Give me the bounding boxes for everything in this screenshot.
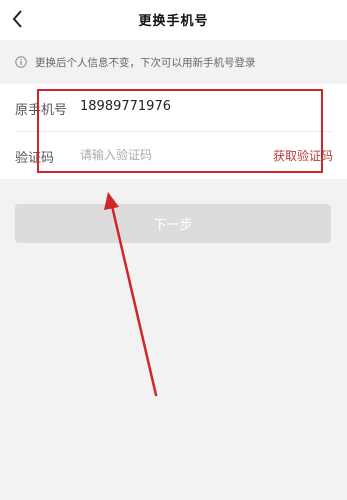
original-phone-value: 18989771976: [80, 99, 171, 114]
navbar: 更换手机号: [0, 0, 347, 40]
notice-bar: 更换后个人信息不变，下次可以用新手机号登录: [0, 40, 347, 84]
phone-form: 原手机号 18989771976 验证码 获取验证码: [0, 84, 347, 179]
next-step-button[interactable]: 下一步: [15, 204, 331, 243]
verification-code-input[interactable]: [78, 144, 252, 166]
original-phone-label: 原手机号: [15, 103, 68, 118]
page-title: 更换手机号: [138, 14, 209, 29]
verification-code-label: 验证码: [15, 151, 55, 166]
info-icon: [15, 56, 27, 68]
notice-text: 更换后个人信息不变，下次可以用新手机号登录: [35, 57, 256, 69]
get-code-button[interactable]: 获取验证码: [273, 147, 333, 164]
original-phone-row: 原手机号 18989771976: [0, 84, 347, 131]
verification-code-row: 验证码 获取验证码: [0, 132, 347, 179]
change-phone-page: 更换手机号 更换后个人信息不变，下次可以用新手机号登录 原手机号 1898977…: [0, 0, 347, 500]
